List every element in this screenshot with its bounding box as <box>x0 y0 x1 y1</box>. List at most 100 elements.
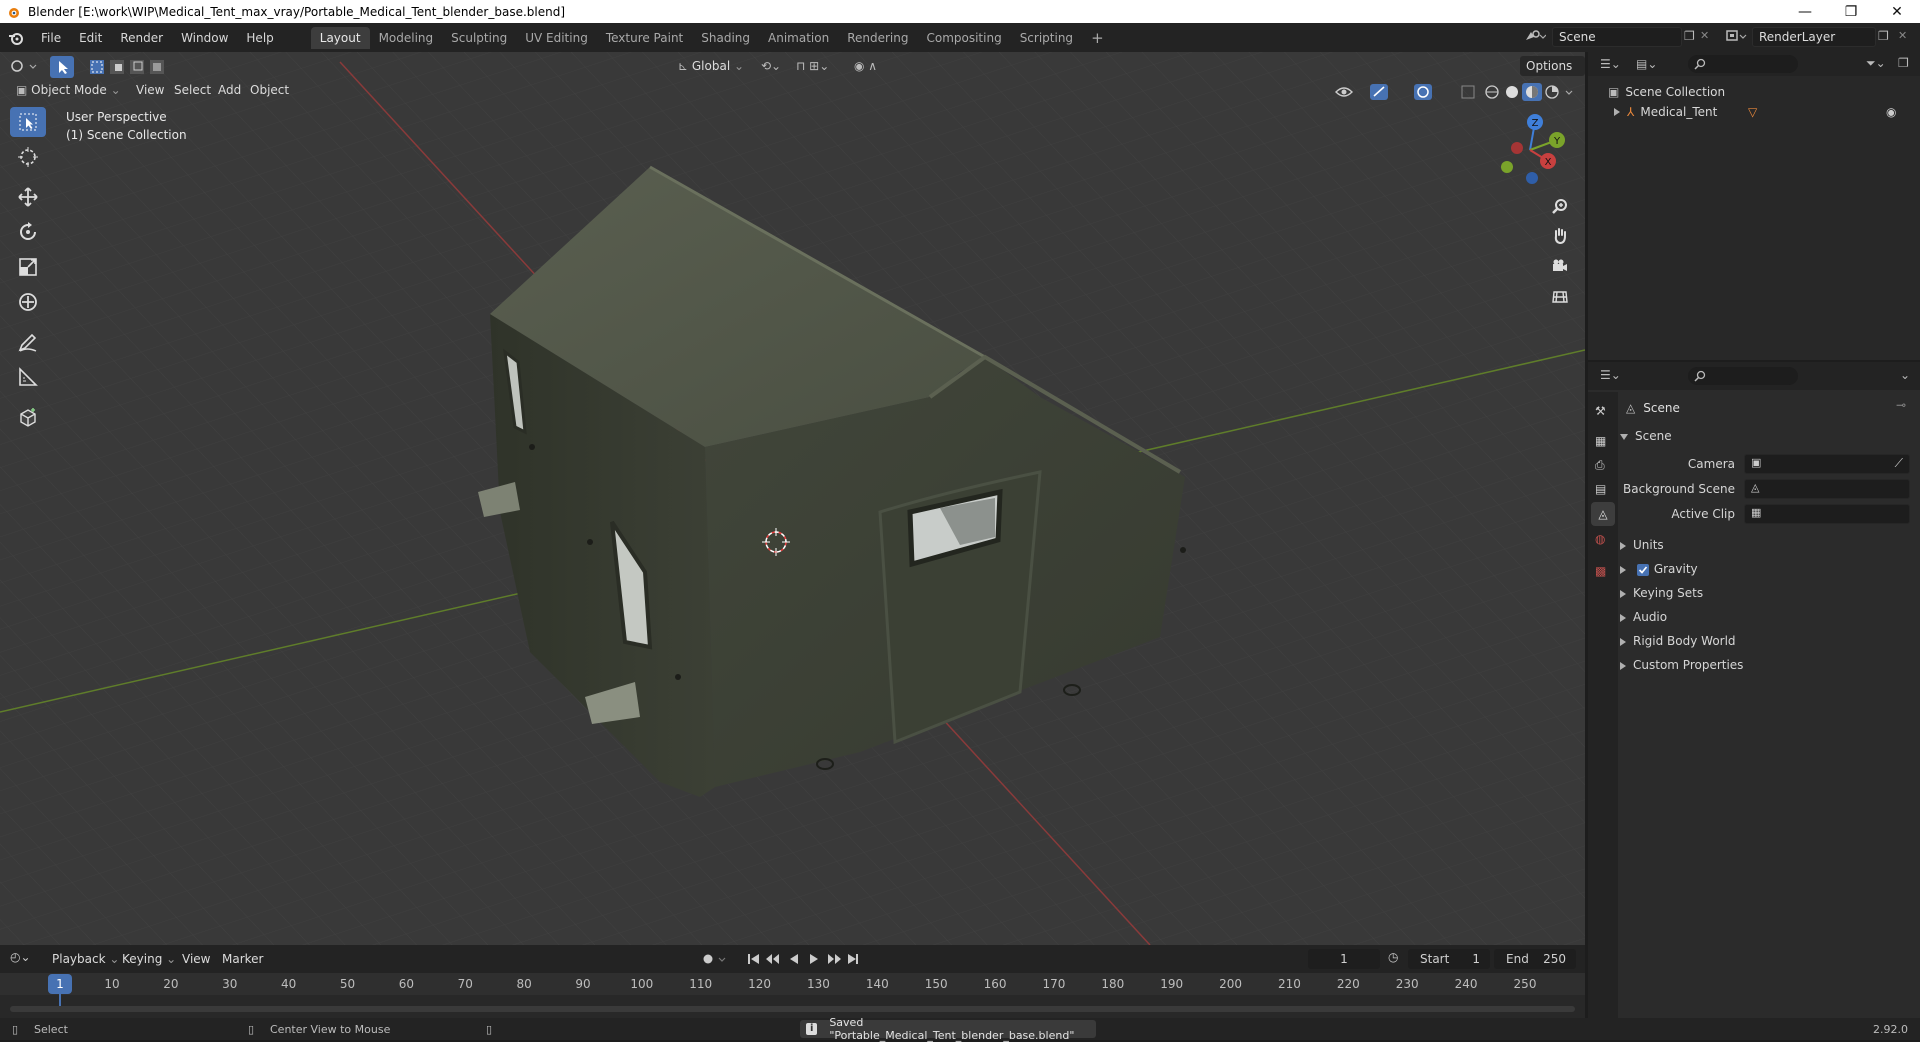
timeline-menu-marker[interactable]: Marker <box>216 949 269 969</box>
tab-rendering[interactable]: Rendering <box>838 27 917 49</box>
viewport-menu-select[interactable]: Select <box>168 80 217 100</box>
rotate-tool[interactable] <box>10 217 46 247</box>
remove-scene-icon[interactable]: ✕ <box>1700 29 1709 42</box>
start-frame-field[interactable]: Start 1 <box>1408 949 1490 969</box>
tab-uv-editing[interactable]: UV Editing <box>516 27 597 49</box>
restore-button[interactable]: ❐ <box>1828 0 1874 23</box>
object-mode-dropdown[interactable]: ▣ Object Mode ⌄ <box>10 80 127 100</box>
overlay-toggle-icon[interactable] <box>1414 84 1432 100</box>
cursor-tool[interactable] <box>10 142 46 172</box>
timeline-menu-playback[interactable]: Playback ⌄ <box>46 949 125 969</box>
tab-layout[interactable]: Layout <box>310 26 370 49</box>
pan-hand-icon[interactable] <box>1546 222 1574 250</box>
select-box-tool[interactable] <box>10 107 46 137</box>
playhead[interactable]: 1 <box>48 974 72 994</box>
move-tool[interactable] <box>10 182 46 212</box>
menu-window[interactable]: Window <box>172 27 237 49</box>
camera-field[interactable]: ▣ ⟋ <box>1744 454 1910 474</box>
world-tab-icon[interactable]: ◍ <box>1595 532 1605 546</box>
tab-modeling[interactable]: Modeling <box>370 27 443 49</box>
texture-tab-icon[interactable]: ▩ <box>1595 564 1606 578</box>
status-report[interactable]: i Saved "Portable_Medical_Tent_blender_b… <box>800 1016 1096 1042</box>
panel-gravity[interactable]: Gravity <box>1620 557 1910 581</box>
tool-tab-icon[interactable]: ⚒ <box>1595 404 1606 418</box>
new-collection-icon[interactable]: ❐ <box>1898 56 1909 70</box>
viewport-menu-object[interactable]: Object <box>244 80 295 100</box>
pivot-point-icon[interactable]: ⟲⌄ <box>755 56 787 76</box>
timeline-scrollbar[interactable] <box>10 1006 1575 1012</box>
navigation-gizmo[interactable]: Z Y X <box>1490 110 1570 190</box>
tab-shading[interactable]: Shading <box>692 27 759 49</box>
gravity-checkbox[interactable] <box>1636 563 1649 576</box>
annotate-tool[interactable] <box>10 327 46 357</box>
eye-visibility-icon[interactable]: ◉ <box>1886 105 1896 119</box>
snap-icon[interactable]: ⊓ ⊞⌄ <box>790 56 835 76</box>
3d-viewport[interactable]: ⊾ Global ⌄ ⟲⌄ ⊓ ⊞⌄ ◉ ∧ Options ⌄ ▣ Objec… <box>0 52 1585 945</box>
zoom-icon[interactable] <box>1546 192 1574 220</box>
display-mode-icon[interactable]: ▤⌄ <box>1636 57 1657 71</box>
xray-toggle-icon[interactable] <box>1461 85 1475 99</box>
add-workspace-button[interactable]: + <box>1082 27 1113 49</box>
eyedropper-icon[interactable]: ⟋ <box>1895 456 1903 471</box>
panel-rigid-body-world[interactable]: Rigid Body World <box>1620 629 1910 653</box>
expand-arrow-icon[interactable] <box>1614 108 1620 116</box>
blender-menu-button[interactable] <box>0 31 32 45</box>
options-dropdown[interactable]: Options ⌄ <box>1520 56 1585 93</box>
viewport-shading-controls[interactable] <box>1332 82 1582 102</box>
duplicate-view-layer-icon[interactable]: ❐ <box>1878 29 1889 43</box>
tab-animation[interactable]: Animation <box>759 27 838 49</box>
close-button[interactable]: ✕ <box>1874 0 1920 23</box>
gizmo-toggle-icon[interactable] <box>1370 84 1388 100</box>
scene-browse-icon[interactable] <box>1522 27 1548 47</box>
timeline-editor-type-icon[interactable]: ◴⌄ <box>10 950 31 964</box>
camera-view-icon[interactable] <box>1546 252 1574 280</box>
current-frame-field[interactable]: 1 <box>1308 949 1380 969</box>
view-layer-field[interactable]: RenderLayer <box>1752 27 1876 47</box>
stopwatch-icon[interactable]: ◷ <box>1388 950 1398 964</box>
panel-units[interactable]: Units <box>1620 533 1910 557</box>
timeline-menu-keying[interactable]: Keying ⌄ <box>116 949 182 969</box>
jump-end-icon[interactable] <box>848 954 858 964</box>
visibility-icon[interactable] <box>1335 87 1353 97</box>
transform-orientation-dropdown[interactable]: ⊾ Global ⌄ <box>672 56 750 76</box>
measure-tool[interactable] <box>10 362 46 392</box>
tab-compositing[interactable]: Compositing <box>917 27 1010 49</box>
menu-file[interactable]: File <box>32 27 70 49</box>
render-tab-icon[interactable]: ▦ <box>1595 434 1606 448</box>
scale-tool[interactable] <box>10 252 46 282</box>
filter-icon[interactable]: ⏷⌄ <box>1866 56 1886 71</box>
timeline-menu-view[interactable]: View <box>176 949 216 969</box>
minimize-button[interactable]: — <box>1782 0 1828 23</box>
record-icon[interactable] <box>703 954 713 964</box>
menu-render[interactable]: Render <box>111 27 172 49</box>
next-keyframe-icon[interactable] <box>828 954 841 964</box>
duplicate-scene-icon[interactable]: ❐ <box>1684 29 1695 43</box>
view-layer-browse-icon[interactable] <box>1724 27 1748 47</box>
transform-tool[interactable] <box>10 287 46 317</box>
background-scene-field[interactable]: ◬ <box>1744 479 1910 499</box>
properties-editor-type-icon[interactable]: ☰⌄ <box>1600 368 1621 382</box>
output-tab-icon[interactable]: ⎙ <box>1595 458 1605 473</box>
selection-mode-buttons[interactable] <box>88 56 180 78</box>
tab-texture-paint[interactable]: Texture Paint <box>597 27 692 49</box>
proportional-editing-icon[interactable]: ◉ ∧ <box>848 56 883 76</box>
rendered-shading-icon[interactable] <box>1545 85 1559 99</box>
add-cube-tool[interactable] <box>10 402 46 432</box>
viewport-menu-view[interactable]: View <box>130 80 170 100</box>
play-reverse-icon[interactable] <box>790 954 798 964</box>
remove-view-layer-icon[interactable]: ✕ <box>1898 29 1907 42</box>
end-frame-field[interactable]: End 250 <box>1494 949 1576 969</box>
viewport-menu-add[interactable]: Add <box>212 80 247 100</box>
outliner-search-input[interactable] <box>1688 55 1798 73</box>
scene-tab-icon[interactable]: ◬ <box>1591 502 1615 526</box>
properties-options-icon[interactable]: ⌄ <box>1900 368 1910 382</box>
outliner-row-scene-collection[interactable]: ▣ Scene Collection <box>1608 82 1725 102</box>
outliner-editor-type-icon[interactable]: ☰⌄ <box>1600 57 1621 71</box>
select-mode-icon[interactable] <box>50 56 74 78</box>
prev-keyframe-icon[interactable] <box>766 954 779 964</box>
scene-name-field[interactable]: Scene <box>1552 27 1682 47</box>
active-clip-field[interactable]: ▦ <box>1744 504 1910 524</box>
menu-edit[interactable]: Edit <box>70 27 111 49</box>
properties-search-input[interactable] <box>1688 367 1798 385</box>
panel-custom-properties[interactable]: Custom Properties <box>1620 653 1910 677</box>
